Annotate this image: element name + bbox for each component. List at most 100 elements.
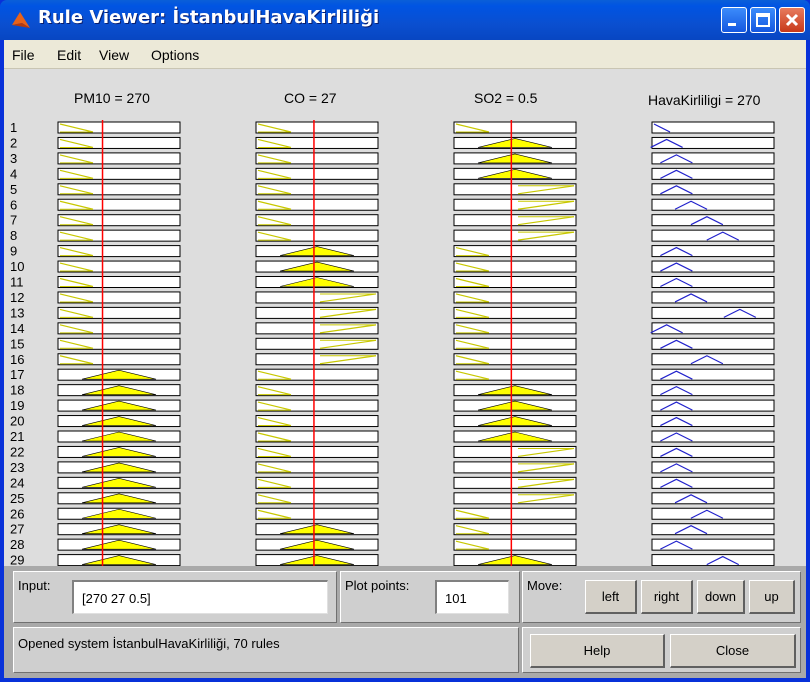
rule-cell[interactable] — [255, 368, 379, 381]
rule-cell[interactable] — [651, 523, 775, 536]
rule-cell[interactable] — [651, 260, 775, 273]
rule-cell[interactable] — [57, 368, 181, 381]
rule-cell[interactable] — [255, 121, 379, 134]
rule-cell[interactable] — [255, 260, 379, 273]
rule-cell[interactable] — [57, 167, 181, 180]
rule-cell[interactable] — [453, 260, 577, 273]
rule-cell[interactable] — [57, 291, 181, 304]
rule-cell[interactable] — [651, 353, 775, 366]
move-right-button[interactable]: right — [641, 580, 693, 614]
minimize-button[interactable] — [721, 7, 747, 33]
rule-cell[interactable] — [57, 384, 181, 397]
menu-file[interactable]: File — [12, 47, 35, 63]
rule-cell[interactable] — [57, 276, 181, 288]
rule-cell[interactable] — [255, 461, 379, 474]
rule-cell[interactable] — [57, 461, 181, 474]
rule-cell[interactable] — [255, 445, 379, 458]
rule-cell[interactable] — [57, 399, 181, 412]
close-window-button[interactable] — [779, 7, 805, 33]
rule-cell[interactable] — [57, 229, 181, 242]
rule-cell[interactable] — [651, 554, 775, 566]
rule-cell[interactable] — [651, 384, 775, 397]
rule-cell[interactable] — [453, 198, 577, 211]
rule-cell[interactable] — [453, 136, 577, 149]
rule-cell[interactable] — [255, 306, 379, 319]
rule-cell[interactable] — [255, 507, 379, 520]
rule-cell[interactable] — [453, 245, 577, 258]
rule-cell[interactable] — [651, 291, 775, 304]
rule-cell[interactable] — [255, 384, 379, 397]
title-bar[interactable]: Rule Viewer: İstanbulHavaKirliliği — [0, 0, 810, 40]
menu-view[interactable]: View — [99, 47, 129, 63]
rule-cell[interactable] — [651, 368, 775, 381]
rule-cell[interactable] — [57, 337, 181, 350]
rule-cell[interactable] — [453, 353, 577, 366]
rule-cell[interactable] — [453, 461, 577, 474]
rule-cell[interactable] — [255, 415, 379, 428]
rule-cell[interactable] — [255, 554, 379, 566]
rule-cell[interactable] — [650, 322, 775, 335]
rule-cell[interactable] — [255, 152, 379, 165]
rule-cell[interactable] — [255, 245, 379, 258]
rule-cell[interactable] — [651, 430, 775, 443]
rule-cell[interactable] — [453, 507, 577, 520]
rule-cell[interactable] — [453, 554, 577, 566]
rule-cell[interactable] — [453, 214, 577, 227]
rule-cell[interactable] — [57, 476, 181, 489]
rule-cell[interactable] — [453, 167, 577, 180]
rule-cell[interactable] — [57, 198, 181, 211]
rule-cell[interactable] — [255, 229, 379, 242]
rule-cell[interactable] — [651, 229, 775, 242]
rule-cell[interactable] — [57, 136, 181, 149]
rule-cell[interactable] — [651, 152, 775, 165]
rule-cell[interactable] — [255, 523, 379, 536]
rule-cell[interactable] — [57, 152, 181, 165]
rule-cell[interactable] — [255, 430, 379, 443]
rule-cell[interactable] — [651, 245, 775, 258]
rule-cell[interactable] — [255, 167, 379, 180]
rule-cell[interactable] — [57, 445, 181, 458]
rule-cell[interactable] — [57, 260, 181, 273]
rule-cell[interactable] — [255, 291, 379, 304]
menu-options[interactable]: Options — [151, 47, 199, 63]
rule-cell[interactable] — [57, 121, 181, 134]
rule-cell[interactable] — [57, 430, 181, 443]
rule-cell[interactable] — [651, 415, 775, 428]
rule-cell[interactable] — [57, 492, 181, 505]
rule-cell[interactable] — [453, 384, 577, 397]
rule-cell[interactable] — [57, 554, 181, 566]
rule-cell[interactable] — [651, 214, 775, 227]
close-button[interactable]: Close — [670, 634, 796, 668]
rule-cell[interactable] — [255, 538, 379, 551]
rule-cell[interactable] — [453, 538, 577, 551]
rule-cell[interactable] — [453, 229, 577, 242]
rule-cell[interactable] — [651, 167, 775, 180]
rule-cell[interactable] — [651, 121, 775, 134]
rule-cell[interactable] — [453, 306, 577, 319]
rule-cell[interactable] — [651, 538, 775, 551]
rule-cell[interactable] — [255, 136, 379, 149]
rule-cell[interactable] — [453, 445, 577, 458]
rule-cell[interactable] — [651, 399, 775, 412]
rule-cell[interactable] — [57, 353, 181, 366]
move-up-button[interactable]: up — [749, 580, 795, 614]
rule-cell[interactable] — [453, 368, 577, 381]
rule-cell[interactable] — [57, 306, 181, 319]
rule-cell[interactable] — [453, 492, 577, 505]
rule-cell[interactable] — [651, 461, 775, 474]
rule-cell[interactable] — [650, 136, 775, 149]
rule-cell[interactable] — [453, 430, 577, 443]
rule-cell[interactable] — [255, 399, 379, 412]
rule-cell[interactable] — [57, 523, 181, 536]
rule-cell[interactable] — [453, 399, 577, 412]
rule-cell[interactable] — [651, 507, 775, 520]
rule-cell[interactable] — [255, 353, 379, 366]
rule-cell[interactable] — [453, 276, 577, 288]
rule-cell[interactable] — [453, 415, 577, 428]
rule-cell[interactable] — [453, 121, 577, 134]
plot-points-field[interactable]: 101 — [435, 580, 509, 614]
rule-cell[interactable] — [255, 276, 379, 288]
rule-cell[interactable] — [651, 276, 775, 288]
rule-cell[interactable] — [57, 214, 181, 227]
rule-cell[interactable] — [453, 476, 577, 489]
